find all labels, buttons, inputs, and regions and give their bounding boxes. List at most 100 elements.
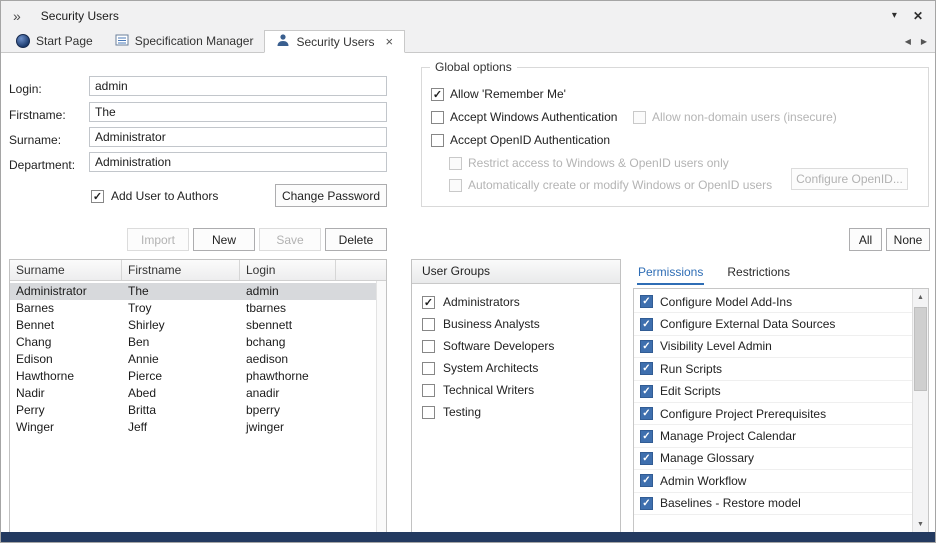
permission-item: Configure External Data Sources — [634, 313, 912, 335]
user-row[interactable]: BennetShirleysbennett — [10, 317, 376, 334]
tab-security-users[interactable]: Security Users × — [264, 30, 405, 53]
department-label: Department: — [9, 155, 75, 175]
checkbox[interactable] — [422, 340, 435, 353]
delete-button[interactable]: Delete — [325, 228, 387, 251]
collapse-panel-icon[interactable]: » — [13, 8, 21, 24]
checkbox-label: Allow non-domain users (insecure) — [652, 110, 837, 124]
user-cell: Shirley — [122, 317, 240, 334]
checkbox-label: Accept Windows Authentication — [450, 110, 617, 124]
accept-openid-auth-checkbox[interactable] — [431, 134, 444, 147]
user-cell: Administrator — [10, 283, 122, 300]
users-table-scrollbar[interactable] — [376, 281, 386, 533]
scrollbar-thumb[interactable] — [914, 307, 927, 391]
checkbox-label: Baselines - Restore model — [660, 496, 801, 510]
user-cell: Chang — [10, 334, 122, 351]
add-user-to-authors-checkbox[interactable] — [91, 190, 104, 203]
scroll-up-icon[interactable]: ▲ — [913, 290, 928, 305]
user-row[interactable]: AdministratorTheadmin — [10, 283, 376, 300]
checkbox[interactable] — [422, 318, 435, 331]
bottom-status-strip — [1, 532, 935, 542]
checkbox[interactable] — [422, 296, 435, 309]
accept-windows-auth-checkbox[interactable] — [431, 111, 444, 124]
checkbox[interactable] — [640, 340, 653, 353]
user-row[interactable]: HawthornePiercephawthorne — [10, 368, 376, 385]
checkbox[interactable] — [640, 474, 653, 487]
checkbox[interactable] — [422, 362, 435, 375]
permissions-scrollbar[interactable]: ▲ ▼ — [912, 289, 928, 533]
user-cell: Annie — [122, 351, 240, 368]
users-table-header: SurnameFirstnameLogin — [10, 260, 386, 281]
tab-restrictions[interactable]: Restrictions — [726, 259, 791, 285]
surname-label: Surname: — [9, 130, 61, 150]
user-cell: Nadir — [10, 385, 122, 402]
checkbox[interactable] — [422, 384, 435, 397]
user-cell: Troy — [122, 300, 240, 317]
user-row[interactable]: EdisonAnnieaedison — [10, 351, 376, 368]
surname-input[interactable] — [89, 127, 387, 147]
user-cell: Abed — [122, 385, 240, 402]
tab-start-page[interactable]: Start Page — [5, 30, 104, 52]
user-row[interactable]: WingerJeffjwinger — [10, 419, 376, 436]
user-groups-body: AdministratorsBusiness AnalystsSoftware … — [412, 284, 620, 423]
users-table-body: AdministratorTheadminBarnesTroytbarnesBe… — [10, 281, 376, 533]
checkbox-label: System Architects — [443, 361, 538, 375]
checkbox[interactable] — [640, 407, 653, 420]
permission-item: Run Scripts — [634, 358, 912, 380]
option-row: Accept Windows Authentication — [431, 110, 617, 124]
tab-specification-manager[interactable]: Specification Manager — [104, 30, 265, 52]
user-cell: admin — [240, 283, 336, 300]
option-row: Allow 'Remember Me' — [431, 87, 566, 101]
user-row[interactable]: ChangBenbchang — [10, 334, 376, 351]
user-group-item: Technical Writers — [422, 379, 620, 401]
user-cell: Hawthorne — [10, 368, 122, 385]
firstname-input[interactable] — [89, 102, 387, 122]
user-groups-panel: User Groups AdministratorsBusiness Analy… — [411, 259, 621, 534]
firstname-label: Firstname: — [9, 105, 66, 125]
checkbox-label: Configure External Data Sources — [660, 317, 835, 331]
start-page-icon — [16, 34, 30, 48]
user-cell: Edison — [10, 351, 122, 368]
tab-label: Security Users — [296, 35, 374, 49]
tab-label: Start Page — [36, 34, 93, 48]
user-cell: Bennet — [10, 317, 122, 334]
chevron-down-icon[interactable]: ▾ — [892, 10, 897, 21]
close-tab-icon[interactable]: × — [385, 35, 393, 48]
user-group-item: Software Developers — [422, 335, 620, 357]
user-cell: jwinger — [240, 419, 336, 436]
tab-permissions[interactable]: Permissions — [637, 259, 704, 285]
checkbox[interactable] — [640, 497, 653, 510]
department-input[interactable] — [89, 152, 387, 172]
close-icon[interactable]: ✕ — [913, 9, 923, 23]
checkbox-label: Restrict access to Windows & OpenID user… — [468, 156, 729, 170]
new-button[interactable]: New — [193, 228, 255, 251]
tab-scroll-left-icon[interactable]: ◀ — [905, 37, 911, 46]
none-button[interactable]: None — [886, 228, 930, 251]
checkbox[interactable] — [640, 295, 653, 308]
column-header-firstname[interactable]: Firstname — [122, 260, 240, 280]
user-row[interactable]: BarnesTroytbarnes — [10, 300, 376, 317]
change-password-button[interactable]: Change Password — [275, 184, 387, 207]
allow-non-domain-users-checkbox — [633, 111, 646, 124]
checkbox[interactable] — [640, 318, 653, 331]
save-button: Save — [259, 228, 321, 251]
allow-remember-me-checkbox[interactable] — [431, 88, 444, 101]
user-row[interactable]: PerryBrittabperry — [10, 402, 376, 419]
user-cell: bchang — [240, 334, 336, 351]
permission-item: Admin Workflow — [634, 470, 912, 492]
checkbox[interactable] — [640, 452, 653, 465]
login-input[interactable] — [89, 76, 387, 96]
checkbox-label: Accept OpenID Authentication — [450, 133, 610, 147]
column-header-surname[interactable]: Surname — [10, 260, 122, 280]
column-header-login[interactable]: Login — [240, 260, 336, 280]
scroll-down-icon[interactable]: ▼ — [913, 517, 928, 532]
user-row[interactable]: NadirAbedanadir — [10, 385, 376, 402]
user-groups-header: User Groups — [412, 260, 620, 284]
tab-scroll-right-icon[interactable]: ▶ — [921, 37, 927, 46]
checkbox-label: Configure Model Add-Ins — [660, 295, 792, 309]
permission-item: Manage Project Calendar — [634, 425, 912, 447]
checkbox[interactable] — [640, 385, 653, 398]
checkbox[interactable] — [422, 406, 435, 419]
checkbox[interactable] — [640, 430, 653, 443]
all-button[interactable]: All — [849, 228, 882, 251]
checkbox[interactable] — [640, 362, 653, 375]
